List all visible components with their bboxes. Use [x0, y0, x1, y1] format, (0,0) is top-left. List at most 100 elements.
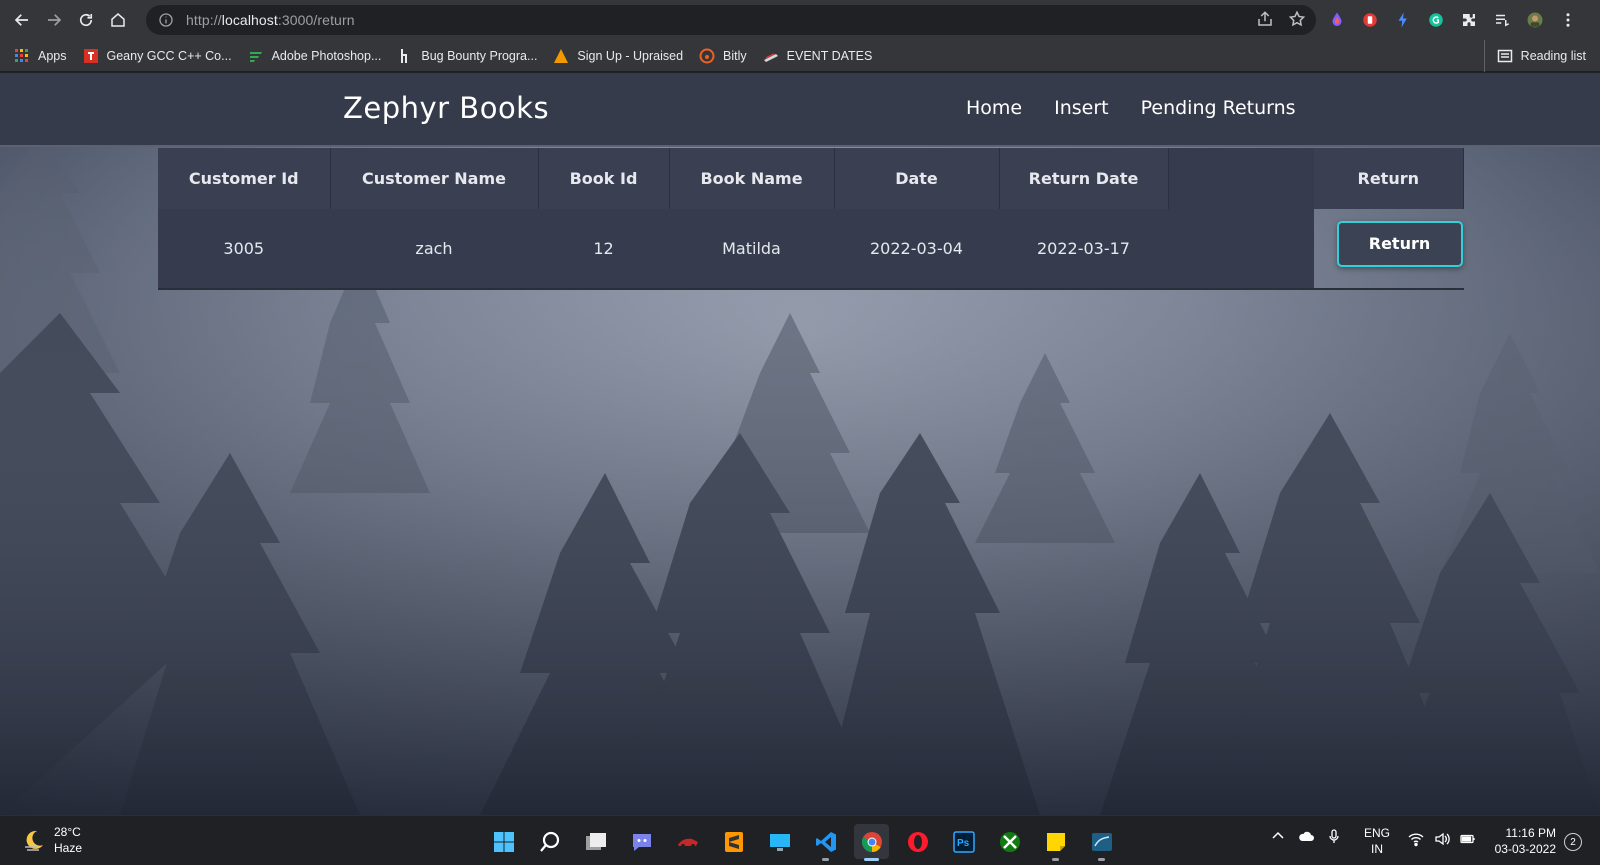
- table-row: 3005 zach 12 Matilda 2022-03-04 2022-03-…: [158, 209, 1463, 290]
- bookmark-event-dates[interactable]: EVENT DATES: [763, 48, 872, 64]
- info-icon[interactable]: [158, 12, 174, 28]
- cell-return-action: Return: [1314, 209, 1463, 290]
- sticky-note-icon: [1046, 832, 1065, 851]
- battery-icon: [1460, 834, 1475, 844]
- bookmark-photoshop[interactable]: Adobe Photoshop...: [248, 48, 381, 64]
- nav-links: Home Insert Pending Returns: [966, 97, 1296, 119]
- bitly-icon: [699, 48, 715, 63]
- address-bar[interactable]: http://localhost:3000/return: [146, 5, 1316, 35]
- header-blank: [1168, 148, 1314, 209]
- nav-insert-link[interactable]: Insert: [1054, 97, 1109, 119]
- remote-desktop-button[interactable]: [762, 824, 797, 859]
- header-customer-name: Customer Name: [330, 148, 539, 209]
- search-button[interactable]: [532, 824, 567, 859]
- mysql-workbench-button[interactable]: [1084, 824, 1119, 861]
- database-icon: [1091, 832, 1112, 851]
- nav-pending-returns-link[interactable]: Pending Returns: [1141, 97, 1296, 119]
- chrome-button[interactable]: [854, 824, 889, 861]
- shield-extension-icon[interactable]: [1358, 8, 1382, 32]
- grammarly-icon[interactable]: [1424, 8, 1448, 32]
- header-book-name: Book Name: [669, 148, 835, 209]
- header-date: Date: [834, 148, 1000, 209]
- taskbar: 28°C Haze Ps ENG IN 11:16 PM 03-03-2022 …: [0, 815, 1600, 865]
- monitor-icon: [769, 833, 790, 851]
- reload-icon[interactable]: [70, 4, 102, 36]
- cell-book-name: Matilda: [669, 209, 834, 290]
- volume-icon: [1435, 832, 1450, 846]
- bookmark-star-icon[interactable]: [1288, 10, 1306, 28]
- taskbar-apps: Ps: [486, 824, 1119, 861]
- photoshop-icon: Ps: [952, 830, 975, 853]
- opera-button[interactable]: [900, 824, 935, 859]
- header-return: Return: [1314, 148, 1464, 209]
- table-header-row: Customer Id Customer Name Book Id Book N…: [158, 148, 1464, 209]
- header-customer-id: Customer Id: [158, 148, 331, 209]
- language-indicator[interactable]: ENG IN: [1364, 825, 1390, 857]
- windows-icon: [493, 831, 514, 852]
- url-text: http://localhost:3000/return: [186, 12, 355, 28]
- header-book-id: Book Id: [538, 148, 670, 209]
- hackerone-icon: [401, 48, 408, 63]
- cell-book-id: 12: [538, 209, 669, 290]
- vscode-icon: [815, 831, 836, 852]
- sticky-notes-button[interactable]: [1038, 824, 1073, 861]
- brand-logo[interactable]: Zephyr Books: [343, 91, 549, 125]
- sublime-text-button[interactable]: [716, 824, 751, 859]
- header-return-date: Return Date: [999, 148, 1169, 209]
- cell-return-date: 2022-03-17: [999, 209, 1168, 290]
- reading-list-button[interactable]: Reading list: [1483, 40, 1586, 72]
- back-icon[interactable]: [6, 4, 38, 36]
- bookmark-upraised[interactable]: Sign Up - Upraised: [553, 48, 683, 64]
- geany-icon: [83, 48, 98, 63]
- task-view-button[interactable]: [578, 824, 613, 859]
- bookmark-bitly[interactable]: Bitly: [699, 48, 747, 64]
- bookmark-apps[interactable]: Apps: [14, 48, 67, 64]
- svg-text:Ps: Ps: [957, 838, 970, 849]
- share-icon[interactable]: [1256, 10, 1274, 28]
- reading-list-icon: [1497, 49, 1512, 63]
- menu-kebab-icon[interactable]: [1556, 8, 1580, 32]
- sublime-icon: [724, 831, 743, 852]
- forward-icon[interactable]: [38, 4, 70, 36]
- cell-customer-id: 3005: [158, 209, 330, 290]
- weather-widget[interactable]: 28°C Haze: [22, 824, 82, 856]
- puzzle-icon[interactable]: [1457, 8, 1481, 32]
- browser-toolbar: http://localhost:3000/return: [0, 0, 1600, 40]
- site-navbar: Zephyr Books Home Insert Pending Returns: [0, 73, 1600, 147]
- nav-home-link[interactable]: Home: [966, 97, 1022, 119]
- notification-badge[interactable]: 2: [1564, 833, 1582, 851]
- bookmark-bug-bounty[interactable]: Bug Bounty Progra...: [397, 48, 537, 64]
- car-icon: [677, 838, 698, 848]
- page-viewport: Zephyr Books Home Insert Pending Returns…: [0, 73, 1600, 815]
- upraised-icon: [554, 48, 569, 63]
- xbox-icon: [999, 831, 1020, 852]
- event-icon: [763, 52, 778, 62]
- xbox-button[interactable]: [992, 824, 1027, 859]
- avatar[interactable]: [1523, 8, 1547, 32]
- status-icons[interactable]: [1408, 831, 1476, 847]
- lightning-extension-icon[interactable]: [1391, 8, 1415, 32]
- drop-extension-icon[interactable]: [1325, 8, 1349, 32]
- onedrive-cloud-icon[interactable]: [1298, 828, 1314, 844]
- home-icon[interactable]: [102, 4, 134, 36]
- search-icon: [539, 831, 559, 852]
- teams-chat-button[interactable]: [624, 824, 659, 859]
- start-button[interactable]: [486, 824, 521, 859]
- opera-icon: [907, 831, 928, 852]
- return-button[interactable]: Return: [1336, 220, 1463, 267]
- playlist-icon[interactable]: [1490, 8, 1514, 32]
- weather-temp: 28°C: [54, 825, 81, 839]
- app-red-car[interactable]: [670, 824, 705, 859]
- returns-table: Customer Id Customer Name Book Id Book N…: [158, 148, 1464, 290]
- cell-blank: [1168, 209, 1314, 290]
- cell-customer-name: zach: [330, 209, 538, 290]
- vscode-button[interactable]: [808, 824, 843, 861]
- bookmarks-bar: Apps Geany GCC C++ Co... Adobe Photoshop…: [0, 40, 1600, 72]
- bookmark-geany[interactable]: Geany GCC C++ Co...: [83, 48, 232, 64]
- microphone-icon[interactable]: [1326, 828, 1342, 844]
- chat-icon: [632, 833, 651, 851]
- photoshop-button[interactable]: Ps: [946, 824, 981, 859]
- photoshop-bookmark-icon: [249, 51, 262, 62]
- chevron-up-icon[interactable]: [1270, 828, 1286, 844]
- clock[interactable]: 11:16 PM 03-03-2022: [1486, 825, 1556, 857]
